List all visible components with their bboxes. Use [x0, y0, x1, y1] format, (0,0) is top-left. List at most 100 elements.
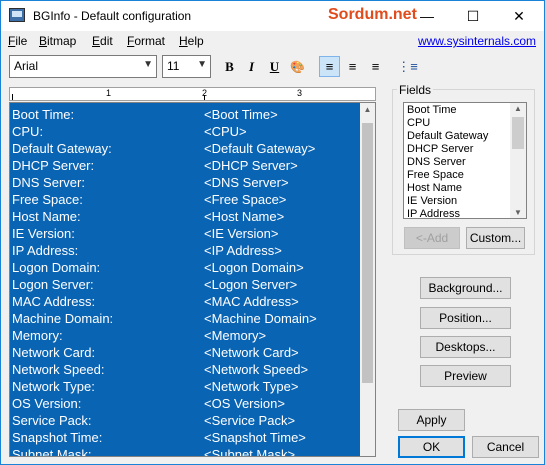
scroll-up-icon[interactable]: ▲ — [360, 105, 375, 114]
info-label: Service Pack: — [12, 413, 92, 428]
align-left-button[interactable]: ≡ — [319, 56, 340, 77]
info-field-token: <Network Card> — [204, 345, 299, 360]
info-field-token: <Logon Server> — [204, 277, 298, 292]
close-button[interactable]: ✕ — [496, 1, 542, 31]
info-label: DNS Server: — [12, 175, 85, 190]
info-field-token: <MAC Address> — [204, 294, 299, 309]
minimize-button[interactable]: — — [404, 1, 450, 31]
info-field-token: <Snapshot Time> — [204, 430, 306, 445]
info-label: Host Name: — [12, 209, 81, 224]
info-label: CPU: — [12, 124, 44, 139]
menu-format[interactable]: Format — [127, 34, 165, 48]
scroll-down-icon[interactable]: ▼ — [510, 208, 526, 217]
info-field-token: <IP Address> — [204, 243, 282, 258]
scroll-up-icon[interactable]: ▲ — [510, 104, 526, 113]
info-field-token: <Boot Time> — [204, 107, 278, 122]
color-palette-icon[interactable]: 🎨 — [287, 56, 308, 77]
info-field-token: <DNS Server> — [204, 175, 289, 190]
menu-help[interactable]: Help — [179, 34, 204, 48]
info-label: Network Type: — [12, 379, 95, 394]
ruler-tab-stop[interactable] — [204, 95, 205, 100]
add-field-button[interactable]: <-Add — [404, 227, 460, 249]
info-field-token: <Logon Domain> — [204, 260, 304, 275]
apply-button[interactable]: Apply — [398, 409, 465, 431]
info-label: MAC Address: — [12, 294, 96, 309]
position-button[interactable]: Position... — [420, 307, 511, 329]
bold-button[interactable]: B — [219, 56, 240, 77]
fields-scrollbar[interactable]: ▲ ▼ — [510, 103, 526, 218]
align-center-button[interactable]: ≡ — [342, 56, 363, 77]
italic-button[interactable]: I — [241, 56, 262, 77]
window-title: BGInfo - Default configuration — [33, 9, 192, 23]
font-name-select[interactable]: Arial ▼ — [9, 55, 157, 78]
scrollbar-thumb[interactable] — [362, 123, 373, 383]
info-field-token: <Default Gateway> — [204, 141, 316, 156]
menu-file[interactable]: File — [8, 34, 27, 48]
underline-button[interactable]: U — [264, 56, 285, 77]
info-field-token: <OS Version> — [204, 396, 285, 411]
preview-button[interactable]: Preview — [420, 365, 511, 387]
editor-selection[interactable]: Boot Time: <Boot Time> CPU: <CPU> Default Ga… — [10, 103, 360, 456]
info-field-token: <Subnet Mask> — [204, 447, 296, 456]
info-label: IP Address: — [12, 243, 79, 258]
maximize-button[interactable]: ☐ — [450, 1, 496, 31]
bullets-button[interactable]: ⋮≡ — [397, 56, 418, 77]
info-field-token: <Machine Domain> — [204, 311, 317, 326]
info-label: Free Space: — [12, 192, 83, 207]
info-label: Network Card: — [12, 345, 96, 360]
info-label: Default Gateway: — [12, 141, 112, 156]
field-list-item[interactable]: DNS Server — [407, 156, 466, 168]
ruler-number: 3 — [297, 88, 303, 98]
info-label: IE Version: — [12, 226, 75, 241]
sysinternals-link[interactable]: www.sysinternals.com — [418, 34, 536, 48]
ruler: 1 2 3 — [9, 87, 376, 101]
info-field-token: <Free Space> — [204, 192, 287, 207]
info-label: Memory: — [12, 328, 63, 343]
scrollbar-thumb[interactable] — [512, 117, 524, 149]
field-list-item[interactable]: Default Gateway — [407, 130, 488, 142]
menu-bar: File Bitmap Edit Format Help www.sysinte… — [1, 31, 544, 51]
field-list-item[interactable]: IE Version — [407, 195, 457, 207]
format-toolbar: Arial ▼ 11 ▼ B I U 🎨 ≡ ≡ ≡ ⋮≡ — [1, 51, 544, 85]
custom-field-button[interactable]: Custom... — [466, 227, 525, 249]
chevron-down-icon: ▼ — [143, 59, 153, 70]
info-field-token: <Memory> — [204, 328, 267, 343]
info-editor[interactable]: Boot Time: <Boot Time> CPU: <CPU> Default Ga… — [9, 102, 376, 457]
field-list-item[interactable]: CPU — [407, 117, 430, 129]
info-field-token: <IE Version> — [204, 226, 279, 241]
info-label: Logon Domain: — [12, 260, 101, 275]
info-label: Subnet Mask: — [12, 447, 92, 456]
field-list-item[interactable]: DHCP Server — [407, 143, 473, 155]
fields-listbox[interactable]: Boot Time CPU Default Gateway DHCP Server DN… — [403, 102, 527, 219]
info-field-token: <Service Pack> — [204, 413, 296, 428]
info-label: Boot Time: — [12, 107, 75, 122]
field-list-item[interactable]: Boot Time — [407, 104, 457, 116]
cancel-button[interactable]: Cancel — [472, 436, 539, 458]
editor-scrollbar[interactable]: ▲ — [360, 103, 375, 456]
app-icon — [9, 8, 25, 22]
ok-button[interactable]: OK — [398, 436, 465, 458]
info-field-token: <Network Speed> — [204, 362, 309, 377]
ruler-marker[interactable] — [12, 94, 13, 100]
info-label: Network Speed: — [12, 362, 105, 377]
align-right-button[interactable]: ≡ — [365, 56, 386, 77]
menu-bitmap[interactable]: Bitmap — [39, 34, 76, 48]
desktops-button[interactable]: Desktops... — [420, 336, 511, 358]
info-label: Logon Server: — [12, 277, 94, 292]
ruler-number: 1 — [106, 88, 112, 98]
field-list-item[interactable]: Free Space — [407, 169, 464, 181]
chevron-down-icon: ▼ — [197, 59, 207, 70]
info-label: Machine Domain: — [12, 311, 114, 326]
font-size-value: 11 — [167, 59, 180, 73]
title-bar: BGInfo - Default configuration Sordum.ne… — [1, 1, 544, 31]
font-name-value: Arial — [14, 59, 39, 73]
info-label: Snapshot Time: — [12, 430, 103, 445]
background-button[interactable]: Background... — [420, 277, 511, 299]
field-list-item[interactable]: IP Address — [407, 208, 460, 218]
info-field-token: <Network Type> — [204, 379, 299, 394]
fields-label: Fields — [397, 83, 434, 97]
font-size-select[interactable]: 11 ▼ — [162, 55, 211, 78]
info-field-token: <DHCP Server> — [204, 158, 298, 173]
field-list-item[interactable]: Host Name — [407, 182, 462, 194]
menu-edit[interactable]: Edit — [92, 34, 113, 48]
